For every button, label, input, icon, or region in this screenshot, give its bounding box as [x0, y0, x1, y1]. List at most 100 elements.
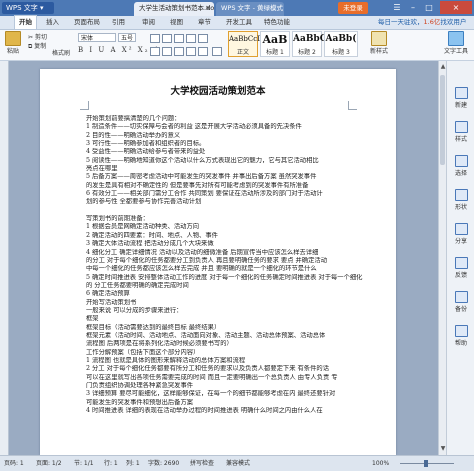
- style-heading-3[interactable]: AaBb( 标题 3: [324, 31, 358, 57]
- maximize-button[interactable]: □: [422, 1, 436, 14]
- document-title: 大学校园活动策划范本: [170, 86, 266, 97]
- backup-icon: [454, 291, 468, 303]
- skin-icon[interactable]: ☰: [390, 1, 404, 14]
- outdent-icon[interactable]: [186, 34, 196, 43]
- text-tools-icon: [448, 31, 464, 46]
- document-line: 开始策划前要搞清楚的几个问题：: [86, 115, 181, 122]
- margin-corner-mark: [80, 101, 89, 110]
- margin-corner-mark: [348, 101, 357, 110]
- menu-special[interactable]: 特色功能: [264, 16, 290, 29]
- paste-icon: [5, 31, 21, 46]
- bullet-list-icon[interactable]: [150, 34, 160, 43]
- status-column: 列: 1: [126, 460, 140, 467]
- document-body[interactable]: 开始策划前要搞清楚的几个问题： 1 制造条件——切实保障与会者的利益 这是开展大学…: [86, 115, 368, 415]
- sidebar-item-help[interactable]: 帮助: [447, 325, 474, 347]
- document-page[interactable]: 大学校园活动策划范本 开始策划前要搞清楚的几个问题： 1 制造条件——切实保障与会…: [40, 69, 396, 455]
- copy-button[interactable]: ⧉ 复制: [28, 41, 46, 51]
- style-heading-1[interactable]: AaB 标题 1: [260, 31, 290, 57]
- indent-icon[interactable]: [174, 34, 184, 43]
- menu-review[interactable]: 审阅: [142, 16, 155, 29]
- new-style-button[interactable]: 新样式: [364, 31, 394, 55]
- sidebar-item-feedback[interactable]: 反馈: [447, 257, 474, 279]
- style-name: 正文: [236, 49, 249, 56]
- login-button[interactable]: 未登录: [338, 2, 368, 14]
- text-tools-button[interactable]: 文字工具: [440, 31, 472, 55]
- style-heading-2[interactable]: AaBbC 标题 2: [292, 31, 327, 57]
- menu-start[interactable]: 开始: [14, 15, 37, 29]
- sidebar-item-select[interactable]: 选择: [447, 155, 474, 177]
- document-line: 工作分解预案（包括下面这个部分内容）: [86, 348, 200, 356]
- document-line: 5 后备方案——周密考虑活动中可能发生的突发事件 并事出后备方案 虽然突发事件: [86, 173, 317, 181]
- new-style-icon: [371, 31, 387, 46]
- sidebar-item-shape[interactable]: 形状: [447, 189, 474, 211]
- document-line: 1 制造条件——切实保障与会者的利益 这是开展大学活动必须具备的先决条件: [86, 123, 302, 131]
- style-normal[interactable]: AaBbCcDd 正文: [228, 31, 267, 57]
- line-spacing-icon[interactable]: [198, 47, 208, 56]
- font-name-select[interactable]: 宋体: [78, 33, 116, 42]
- font-size-select[interactable]: 五号: [118, 33, 136, 42]
- format-buttons[interactable]: B I U A X² X₂ A: [78, 46, 161, 54]
- borders-icon[interactable]: [212, 47, 222, 56]
- sidebar-item-share[interactable]: 分享: [447, 223, 474, 245]
- close-tab-icon[interactable]: ×: [205, 2, 211, 15]
- menu-view[interactable]: 视图: [170, 16, 183, 29]
- document-line: 2 确定活动的四要素：时间、地点、人物、事件: [86, 231, 218, 239]
- document-line: [86, 207, 368, 215]
- document-line: 亮点在哪里: [86, 165, 118, 173]
- promo-text[interactable]: 每日一天驻欢，1.6亿找欢用户: [378, 16, 466, 29]
- format-painter-button[interactable]: 格式刷: [52, 48, 70, 57]
- minimize-button[interactable]: –: [406, 1, 420, 14]
- status-bar: 页码: 1 页面: 1/2 节: 1/1 行: 1 列: 1 字数: 2690 …: [0, 455, 474, 471]
- ribbon-toolbar: 粘贴 ✂ 剪切 ⧉ 复制 格式刷 宋体 五号 B I U A X² X₂ A A…: [0, 30, 474, 61]
- numbered-list-icon[interactable]: [162, 34, 172, 43]
- document-tab-label: WPS 文字 - 黄绿模式: [221, 4, 284, 12]
- document-line: 1 流程图 也就是具体的图形来解释活动的总体方案和流程: [86, 356, 246, 364]
- sidebar-item-new[interactable]: 新建: [447, 87, 474, 109]
- document-line: 一般来说 可以分成的步骤来进行：: [86, 306, 183, 314]
- app-menu-button[interactable]: WPS 文字 ▾: [2, 2, 54, 14]
- document-line: 框架元素（活动时间、活动地点、活动面向对象、活动主题、活动总体预案、活动总体: [86, 331, 326, 339]
- status-word-count[interactable]: 字数: 2690: [148, 456, 179, 471]
- close-button[interactable]: ×: [440, 1, 472, 14]
- document-line: 6 确定活动预算: [86, 290, 130, 298]
- style-sample: AaBbC: [293, 34, 327, 44]
- document-line: 3 可行性——明确参加者和组织者的目标。: [86, 140, 206, 148]
- document-line: 1 根据会员是网确定活动种类、活动方向: [86, 223, 200, 231]
- status-row: 行: 1: [104, 460, 118, 467]
- zoom-level[interactable]: 100%: [372, 456, 389, 471]
- sidebar-item-style[interactable]: 样式: [447, 121, 474, 143]
- menu-page-layout[interactable]: 页面布局: [74, 16, 100, 29]
- new-doc-icon: [454, 87, 468, 99]
- document-line: 的 分工任务都要明确的确定完成时间: [86, 281, 189, 289]
- menu-bar: 开始 插入 页面布局 引用 审阅 视图 章节 开发工具 特色功能 每日一天驻欢，…: [0, 15, 474, 30]
- paste-button[interactable]: 粘贴: [3, 31, 23, 55]
- zoom-slider-knob[interactable]: [424, 460, 428, 467]
- feedback-icon: [454, 257, 468, 269]
- status-spell-check[interactable]: 拼写检查: [190, 456, 214, 471]
- style-name: 标题 2: [298, 49, 316, 56]
- align-center-icon[interactable]: [162, 47, 172, 56]
- cut-button[interactable]: ✂ 剪切: [28, 32, 47, 41]
- menu-insert[interactable]: 插入: [46, 16, 59, 29]
- justify-icon[interactable]: [186, 47, 196, 56]
- share-icon: [454, 223, 468, 235]
- menu-developer[interactable]: 开发工具: [226, 16, 252, 29]
- sort-icon[interactable]: [198, 34, 208, 43]
- title-bar: WPS 文字 ▾ 大学生活动策划书范本.doc * × WPS 文字 - 黄绿模…: [0, 0, 474, 16]
- document-line: 4 受益性——明确活动给参与者带来的益处: [86, 148, 206, 156]
- document-line: 6 有效分工——相关部门需分工合作 共同策划 要保证在活动所涉及的部门对于活动计: [86, 190, 323, 198]
- menu-references[interactable]: 引用: [112, 16, 125, 29]
- paste-label: 粘贴: [6, 48, 19, 55]
- document-line: 中每一个细化的任务都应该怎么样去完成 并且 要明确的就是一个细化的环节是什么: [86, 265, 317, 273]
- document-line: 门负责组织协调处理各种紧急突发事件: [86, 382, 194, 389]
- menu-chapter[interactable]: 章节: [198, 16, 211, 29]
- document-line: 2 目的性——明确活动举办的意义: [86, 131, 181, 139]
- document-tab-active[interactable]: 大学生活动策划书范本.doc * ×: [134, 2, 214, 16]
- document-line: 3 确定大体活动流程 把活动分成几个大块来做: [86, 240, 214, 248]
- align-left-icon[interactable]: [150, 47, 160, 56]
- sidebar-item-backup[interactable]: 备份: [447, 291, 474, 313]
- align-right-icon[interactable]: [174, 47, 184, 56]
- document-tab-inactive[interactable]: WPS 文字 - 黄绿模式: [216, 2, 284, 16]
- scroll-thumb[interactable]: [440, 75, 445, 165]
- cursor-icon: [454, 155, 468, 167]
